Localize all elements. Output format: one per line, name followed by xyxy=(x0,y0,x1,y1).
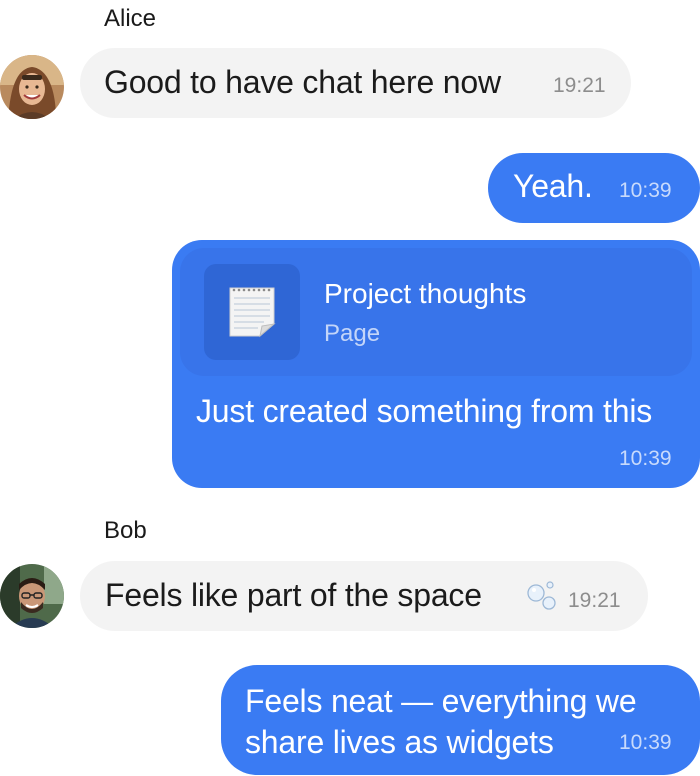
avatar-bob[interactable] xyxy=(0,564,64,628)
sender-name-alice: Alice xyxy=(104,5,157,32)
notepad-icon xyxy=(204,264,300,360)
message-time: 10:39 xyxy=(619,179,672,202)
page-card[interactable]: Project thoughts Page xyxy=(180,248,692,376)
message-bubble-outgoing-3[interactable]: Feels neat — everything we share lives a… xyxy=(221,665,700,775)
message-time: 19:21 xyxy=(568,589,621,612)
bubbles-icon xyxy=(524,578,558,617)
message-time: 19:21 xyxy=(553,74,606,97)
message-bubble-outgoing-1[interactable]: Yeah. 10:39 xyxy=(488,153,700,223)
message-text: Yeah. xyxy=(513,168,593,204)
sender-name-bob: Bob xyxy=(104,517,147,544)
message-time: 10:39 xyxy=(619,447,672,470)
message-bubble-bob-1[interactable]: Feels like part of the space 19:21 xyxy=(80,561,648,631)
message-text: Just created something from this xyxy=(196,393,653,429)
message-bubble-alice-1[interactable]: Good to have chat here now 19:21 xyxy=(80,48,631,118)
message-text: Good to have chat here now xyxy=(104,64,501,100)
message-bubble-outgoing-card[interactable]: Project thoughts Page Just created somet… xyxy=(172,240,700,488)
card-subtitle: Page xyxy=(324,320,381,347)
card-title: Project thoughts xyxy=(324,278,527,309)
message-time: 10:39 xyxy=(619,731,672,754)
avatar-alice[interactable] xyxy=(0,55,64,119)
message-text: Feels like part of the space xyxy=(105,577,482,613)
